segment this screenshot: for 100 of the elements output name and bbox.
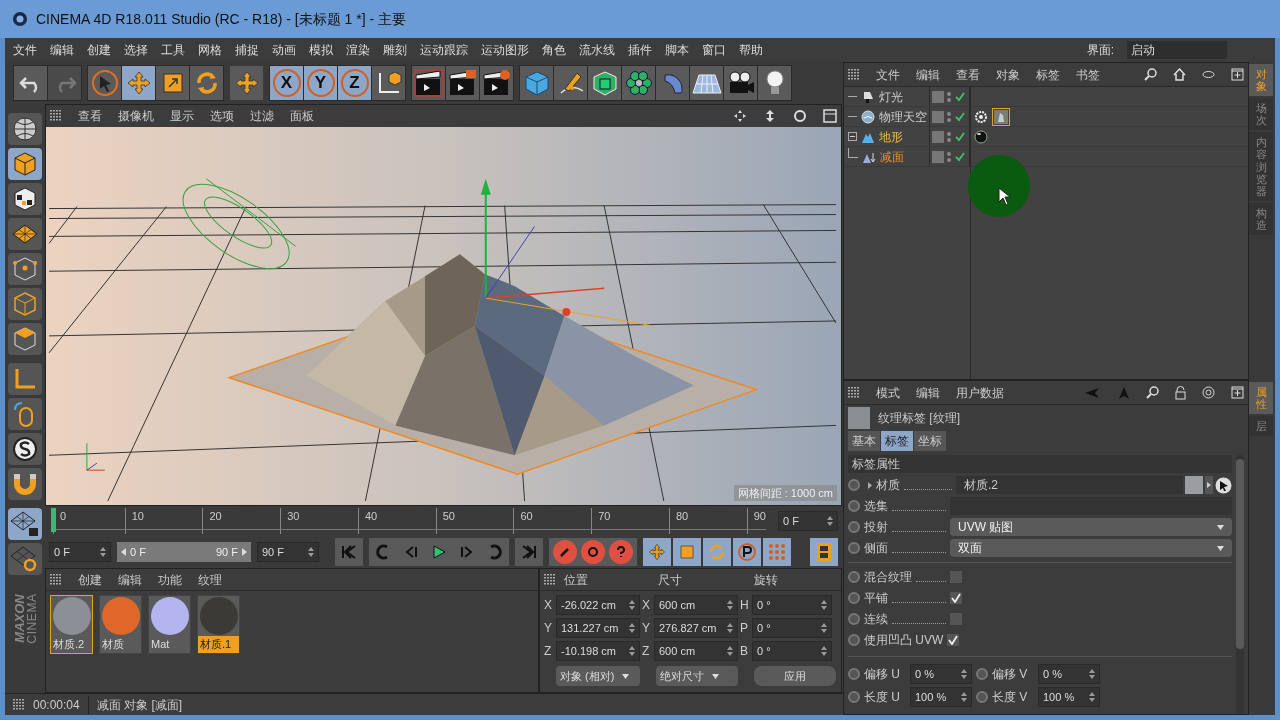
lock-icon[interactable]: [1175, 385, 1186, 400]
scrollbar[interactable]: [1236, 455, 1244, 714]
spinner-arrows-icon[interactable]: [821, 646, 827, 656]
spinner-arrows-icon[interactable]: [961, 669, 967, 679]
spinner-arrows-icon[interactable]: [821, 623, 827, 633]
enabled-check-icon[interactable]: [954, 90, 966, 103]
dropdown-field[interactable]: 双面: [950, 539, 1232, 557]
attribute-menu-item[interactable]: 用户数据: [956, 383, 1004, 402]
material-menu-item[interactable]: 创建: [78, 570, 102, 589]
viewport-menu-item[interactable]: 查看: [78, 107, 102, 125]
material-menu-item[interactable]: 纹理: [198, 570, 222, 589]
menu-item[interactable]: 模拟: [309, 41, 333, 59]
search-icon[interactable]: [1146, 386, 1159, 399]
size-field[interactable]: 600 cm: [654, 641, 738, 661]
menu-item[interactable]: 帮助: [739, 41, 763, 59]
axis-lock-button[interactable]: Z: [338, 66, 371, 100]
current-frame-field[interactable]: 0 F: [778, 511, 838, 531]
layer-swatch[interactable]: [932, 110, 944, 123]
menu-item[interactable]: 流水线: [579, 41, 615, 59]
layer-swatch[interactable]: [932, 150, 944, 163]
mode-button[interactable]: [8, 218, 42, 250]
layer-swatch[interactable]: [932, 90, 944, 103]
menu-item[interactable]: 选择: [124, 41, 148, 59]
new-panel-icon[interactable]: [1231, 386, 1244, 399]
menu-item[interactable]: 渲染: [346, 41, 370, 59]
key-mode-button[interactable]: [733, 538, 761, 566]
attribute-tab[interactable]: 基本: [848, 431, 880, 451]
search-icon[interactable]: [1144, 68, 1157, 81]
help-button[interactable]: [609, 540, 633, 564]
pan-icon[interactable]: [733, 109, 747, 123]
record-key-button[interactable]: [553, 540, 577, 564]
material-link-field[interactable]: 材质.2: [956, 476, 1183, 494]
animate-toggle[interactable]: [848, 592, 860, 604]
spinner-arrows-icon[interactable]: [629, 623, 635, 633]
object-name[interactable]: 减面: [880, 147, 904, 166]
menu-item[interactable]: 捕捉: [235, 41, 259, 59]
menu-item[interactable]: 插件: [628, 41, 652, 59]
object-menu-item[interactable]: 查看: [956, 65, 980, 84]
enabled-check-icon[interactable]: [954, 130, 966, 143]
material-swatch[interactable]: Mat: [148, 595, 191, 654]
attribute-menu-item[interactable]: 编辑: [916, 383, 940, 402]
animate-toggle[interactable]: [848, 542, 860, 554]
toolbar-button[interactable]: [480, 66, 513, 100]
object-name[interactable]: 地形: [879, 127, 903, 146]
coordinate-mode-dropdown[interactable]: 对象 (相对): [556, 666, 640, 686]
checkbox[interactable]: [950, 571, 962, 583]
dropdown-field[interactable]: UVW 贴图: [950, 518, 1232, 536]
mode-button[interactable]: [8, 433, 42, 465]
object-name[interactable]: 物理天空: [879, 107, 927, 126]
mode-button[interactable]: [8, 183, 42, 215]
enabled-check-icon[interactable]: [954, 150, 966, 163]
apply-button[interactable]: 应用: [754, 666, 836, 686]
attribute-tab[interactable]: 坐标: [914, 431, 946, 451]
spinner-arrows-icon[interactable]: [629, 646, 635, 656]
new-panel-icon[interactable]: [1231, 68, 1244, 81]
menu-item[interactable]: 编辑: [50, 41, 74, 59]
visibility-dots-icon[interactable]: [946, 109, 952, 124]
number-field[interactable]: 0 %: [910, 664, 972, 684]
side-tab[interactable]: 构造: [1249, 202, 1273, 236]
attribute-tab[interactable]: 标签: [881, 431, 913, 451]
size-field[interactable]: 600 cm: [654, 595, 738, 615]
spinner-arrows-icon[interactable]: [308, 547, 314, 557]
menu-item[interactable]: 创建: [87, 41, 111, 59]
animate-toggle[interactable]: [848, 634, 860, 646]
menu-item[interactable]: 运动跟踪: [420, 41, 468, 59]
mode-button[interactable]: [8, 508, 42, 540]
viewport-menu-item[interactable]: 面板: [290, 107, 314, 125]
toolbar-button[interactable]: [446, 66, 479, 100]
end-frame-field[interactable]: 90 F: [257, 542, 319, 562]
menu-item[interactable]: 文件: [13, 41, 37, 59]
position-field[interactable]: -26.022 cm: [556, 595, 640, 615]
size-mode-dropdown[interactable]: 绝对尺寸: [656, 666, 738, 686]
orbit-icon[interactable]: [793, 109, 807, 123]
viewport-menu-item[interactable]: 摄像机: [118, 107, 154, 125]
axis-lock-button[interactable]: Y: [304, 66, 337, 100]
spinner-arrows-icon[interactable]: [629, 600, 635, 610]
animate-toggle[interactable]: [976, 691, 988, 703]
animate-toggle[interactable]: [848, 668, 860, 680]
spinner-arrows-icon[interactable]: [727, 600, 733, 610]
animate-toggle[interactable]: [848, 479, 860, 491]
spinner-arrows-icon[interactable]: [100, 547, 106, 557]
target-icon[interactable]: [1202, 386, 1215, 399]
go-to-end-button[interactable]: [515, 538, 543, 566]
spinner-arrows-icon[interactable]: [727, 646, 733, 656]
number-field[interactable]: 0 %: [1038, 664, 1100, 684]
animate-toggle[interactable]: [848, 500, 860, 512]
mode-button[interactable]: [8, 113, 42, 145]
go-to-start-button[interactable]: [335, 538, 363, 566]
object-name[interactable]: 灯光: [879, 87, 903, 106]
autokey-button[interactable]: [581, 540, 605, 564]
spinner-arrows-icon[interactable]: [1089, 669, 1095, 679]
menu-item[interactable]: 角色: [542, 41, 566, 59]
viewport-menu-item[interactable]: 过滤: [250, 107, 274, 125]
viewport-menu-item[interactable]: 显示: [170, 107, 194, 125]
maximize-icon[interactable]: [823, 109, 837, 123]
material-swatch[interactable]: 材质.2: [50, 595, 93, 654]
mode-button[interactable]: [8, 543, 42, 575]
spinner-arrows-icon[interactable]: [961, 692, 967, 702]
toolbar-button[interactable]: [412, 66, 445, 100]
menu-item[interactable]: 工具: [161, 41, 185, 59]
